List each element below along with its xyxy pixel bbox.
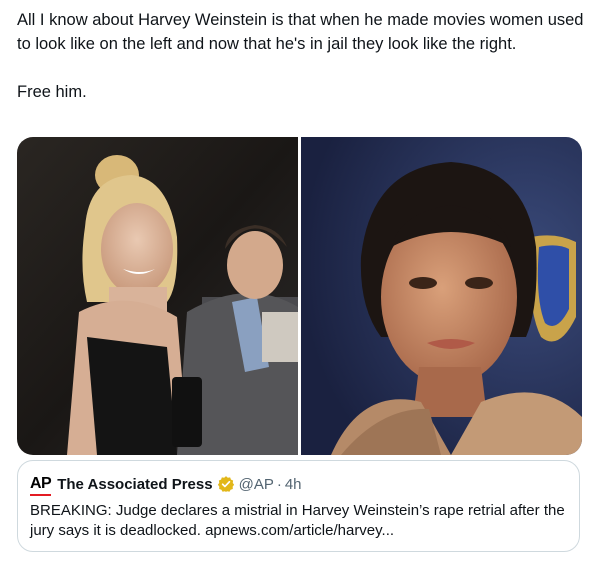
verified-badge-icon (217, 476, 234, 492)
photo-right-image (301, 137, 582, 455)
photo-right[interactable] (301, 137, 582, 455)
photo-left[interactable] (17, 137, 298, 455)
ap-logo-underline (30, 494, 52, 496)
quoted-tweet-header: AP The Associated Press @AP · 4h (30, 473, 567, 496)
ap-logo-text: AP (30, 475, 52, 492)
ap-logo[interactable]: AP (30, 475, 52, 496)
quoted-author-name[interactable]: The Associated Press (57, 476, 212, 493)
header-separator: · (276, 475, 282, 493)
media-grid[interactable] (17, 137, 582, 455)
photo-left-image (17, 137, 298, 455)
quoted-tweet-timestamp[interactable]: 4h (285, 476, 302, 493)
quoted-author-handle[interactable]: @AP (239, 476, 274, 493)
quoted-tweet-card[interactable]: AP The Associated Press @AP · 4h BREAKIN… (17, 460, 580, 552)
tweet-text: All I know about Harvey Weinstein is tha… (17, 11, 584, 101)
quoted-tweet-text: BREAKING: Judge declares a mistrial in H… (30, 502, 565, 539)
